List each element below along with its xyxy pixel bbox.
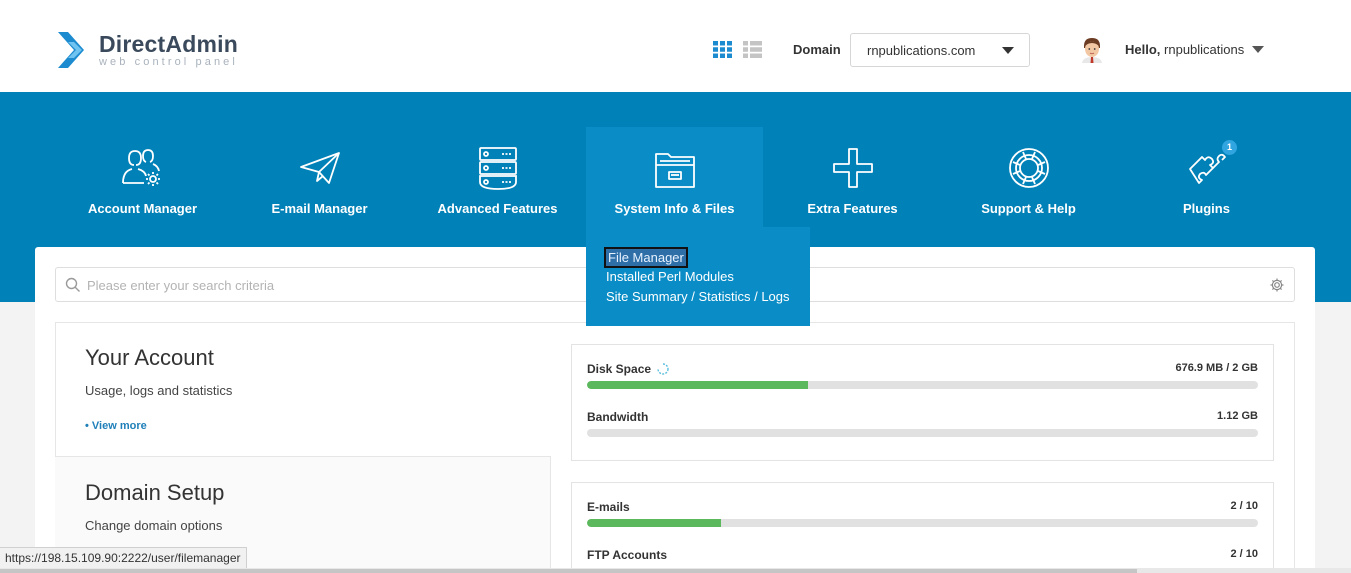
system-info-dropdown: File Manager Installed Perl Modules Site… bbox=[586, 227, 810, 326]
stat-value: 2 / 10 bbox=[1230, 548, 1258, 560]
dropdown-item-file-manager[interactable]: File Manager bbox=[604, 247, 688, 268]
usage-stats-box: Disk Space 676.9 MB / 2 GB Bandwidth 1.1… bbox=[571, 344, 1274, 461]
hello-prefix: Hello, bbox=[1125, 42, 1161, 57]
domain-label: Domain bbox=[793, 42, 841, 57]
refresh-spinner-icon bbox=[657, 363, 669, 375]
nav-extra-features[interactable]: Extra Features bbox=[764, 127, 941, 227]
left-column: Your Account Usage, logs and statistics … bbox=[55, 322, 551, 573]
stat-name: Disk Space bbox=[587, 362, 652, 376]
avatar[interactable] bbox=[1080, 37, 1104, 63]
stat-value: 2 / 10 bbox=[1230, 500, 1258, 512]
logo-subtitle: web control panel bbox=[99, 55, 238, 68]
logo-chevron-icon bbox=[58, 32, 84, 68]
dropdown-item-site-summary[interactable]: Site Summary / Statistics / Logs bbox=[606, 289, 790, 304]
nav-label-system-info-files: System Info & Files bbox=[614, 201, 735, 216]
plus-icon bbox=[832, 148, 873, 188]
stat-value: 676.9 MB / 2 GB bbox=[1175, 362, 1258, 374]
horizontal-scrollbar[interactable] bbox=[0, 568, 1351, 573]
progress-bar bbox=[587, 381, 1258, 389]
directadmin-logo[interactable]: DirectAdmin web control panel bbox=[56, 28, 238, 72]
your-account-title: Your Account bbox=[85, 345, 214, 370]
grid-view-icon[interactable] bbox=[713, 41, 732, 58]
progress-bar bbox=[587, 519, 1258, 527]
stat-name: Bandwidth bbox=[587, 410, 649, 424]
progress-bar bbox=[587, 429, 1258, 437]
logo-title: DirectAdmin bbox=[99, 30, 238, 57]
nav-advanced-features[interactable]: Advanced Features bbox=[409, 127, 586, 227]
username: rnpublications bbox=[1164, 42, 1245, 57]
nav-label-plugins: Plugins bbox=[1183, 201, 1230, 216]
view-more-link[interactable]: • View more bbox=[85, 420, 147, 432]
gear-icon[interactable] bbox=[1269, 277, 1285, 293]
nav-account-manager[interactable]: Account Manager bbox=[54, 127, 231, 227]
users-gear-icon bbox=[121, 149, 160, 186]
stat-name: FTP Accounts bbox=[587, 548, 668, 562]
domain-setup-subtitle: Change domain options bbox=[85, 518, 223, 533]
nav-plugins[interactable]: 1 Plugins bbox=[1118, 127, 1295, 227]
scrollbar-thumb[interactable] bbox=[0, 569, 1137, 573]
nav-system-info-files[interactable]: System Info & Files bbox=[586, 127, 763, 227]
top-header: DirectAdmin web control panel Domain rnp… bbox=[0, 0, 1351, 92]
dropdown-item-perl-modules[interactable]: Installed Perl Modules bbox=[606, 269, 734, 284]
nav-email-manager[interactable]: E-mail Manager bbox=[231, 127, 408, 227]
nav-label-support-help: Support & Help bbox=[981, 201, 1076, 216]
lifebuoy-icon bbox=[1008, 148, 1049, 188]
domain-setup-title: Domain Setup bbox=[85, 480, 225, 505]
folder-icon bbox=[654, 153, 695, 188]
account-stats-box: E-mails 2 / 10 FTP Accounts 2 / 10 bbox=[571, 482, 1274, 573]
nav-label-advanced-features: Advanced Features bbox=[437, 201, 558, 216]
your-account-subtitle: Usage, logs and statistics bbox=[85, 383, 233, 398]
list-view-icon[interactable] bbox=[743, 41, 762, 58]
domain-select[interactable]: rnpublications.com bbox=[850, 33, 1030, 67]
progress-bar-fill bbox=[587, 381, 809, 389]
nav-label-extra-features: Extra Features bbox=[807, 201, 898, 216]
nav-label-email-manager: E-mail Manager bbox=[271, 201, 368, 216]
nav-support-help[interactable]: Support & Help bbox=[940, 127, 1117, 227]
user-greeting[interactable]: Hello, rnpublications bbox=[1125, 42, 1244, 57]
search-icon bbox=[65, 277, 80, 292]
stat-value: 1.12 GB bbox=[1217, 410, 1258, 422]
progress-bar-fill bbox=[587, 519, 722, 527]
stat-name: E-mails bbox=[587, 500, 630, 514]
view-toggle bbox=[713, 41, 762, 58]
domain-select-value: rnpublications.com bbox=[867, 43, 976, 58]
nav-label-account-manager: Account Manager bbox=[87, 201, 198, 216]
your-account-section[interactable]: Your Account Usage, logs and statistics … bbox=[55, 322, 551, 456]
server-icon bbox=[478, 147, 517, 190]
user-menu-chevron-icon[interactable] bbox=[1252, 46, 1264, 53]
plugins-badge: 1 bbox=[1222, 140, 1237, 155]
chevron-down-icon bbox=[1002, 47, 1014, 54]
paper-plane-icon bbox=[299, 152, 340, 184]
browser-status-bar: https://198.15.109.90:2222/user/filemana… bbox=[0, 547, 247, 568]
